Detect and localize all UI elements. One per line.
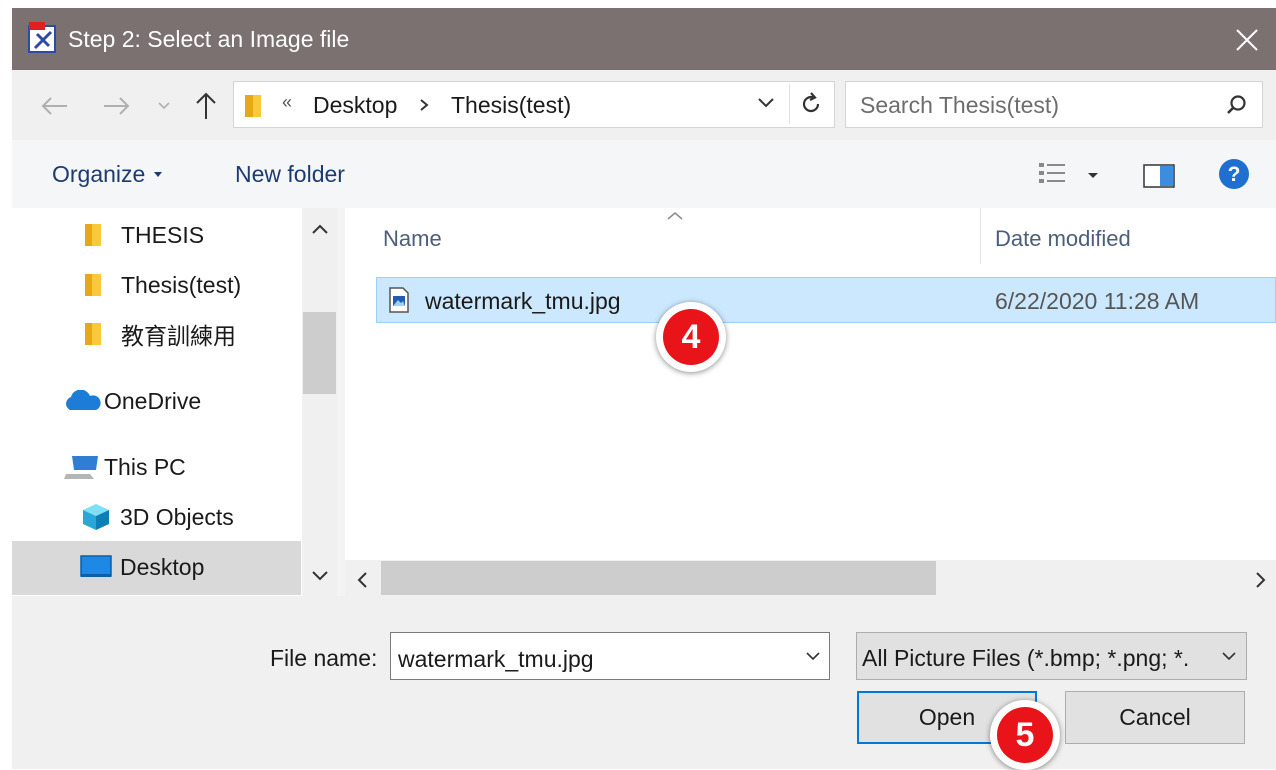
scroll-down-button[interactable] <box>310 569 330 583</box>
view-options-button[interactable] <box>1036 158 1106 192</box>
nav-item-thesis[interactable]: THESIS <box>84 213 204 257</box>
scroll-up-button[interactable] <box>310 222 330 236</box>
nav-item-thesis-test[interactable]: Thesis(test) <box>84 263 241 307</box>
view-options-icon <box>1039 163 1098 183</box>
folder-icon <box>85 274 101 296</box>
organize-button[interactable]: Organize <box>52 161 167 188</box>
breadcrumb-separator-icon[interactable] <box>418 94 430 116</box>
step-marker-4: 4 <box>656 302 726 372</box>
up-button[interactable] <box>186 86 226 126</box>
nav-item-label: OneDrive <box>104 387 202 414</box>
cloud-icon <box>66 390 101 410</box>
horizontal-scrollbar-thumb[interactable] <box>381 561 936 595</box>
column-divider[interactable] <box>980 208 981 264</box>
nav-item-desktop[interactable]: Desktop <box>80 545 204 589</box>
column-header-name[interactable]: Name <box>383 226 442 252</box>
back-arrow-icon <box>41 97 67 115</box>
nav-scrollbar-thumb[interactable] <box>303 312 336 394</box>
desktop-icon <box>80 555 112 577</box>
refresh-icon <box>802 92 820 113</box>
step-marker-number: 5 <box>997 707 1053 763</box>
nav-item-onedrive[interactable]: OneDrive <box>62 379 201 423</box>
help-button[interactable]: ? <box>1218 158 1250 190</box>
nav-item-training[interactable]: 教育訓練用 <box>84 312 236 356</box>
window-title: Step 2: Select an Image file <box>68 26 350 52</box>
pane-splitter[interactable] <box>337 208 345 596</box>
recent-locations-button[interactable] <box>150 86 178 126</box>
preview-pane-icon <box>1143 164 1175 188</box>
date-modified-cell: 6/22/2020 11:28 AM <box>995 288 1200 314</box>
organize-label: Organize <box>52 161 146 187</box>
up-arrow-icon <box>196 92 216 119</box>
svg-text:?: ? <box>1228 163 1241 186</box>
chevron-down-icon <box>758 98 774 108</box>
chevron-down-icon <box>1222 652 1236 661</box>
nav-item-this-pc[interactable]: This PC <box>62 445 186 489</box>
nav-scrollbar[interactable] <box>302 208 337 596</box>
scroll-left-button[interactable] <box>355 570 369 590</box>
chevron-down-icon <box>158 102 170 110</box>
nav-item-3d-objects[interactable]: 3D Objects <box>80 495 234 539</box>
folder-icon <box>85 323 101 345</box>
cube-icon <box>83 504 109 530</box>
nav-item-label: THESIS <box>121 221 205 248</box>
breadcrumb-thesis-test[interactable]: Thesis(test) <box>451 92 571 119</box>
chevron-down-icon <box>312 571 328 581</box>
nav-item-label: 3D Objects <box>120 503 234 530</box>
sort-ascending-icon <box>665 210 685 222</box>
nav-item-label: Desktop <box>120 553 205 580</box>
help-icon: ? <box>1219 159 1249 189</box>
chevron-left-icon <box>357 572 367 588</box>
file-name-value[interactable]: watermark_tmu.jpg <box>398 646 594 673</box>
breadcrumb-desktop[interactable]: Desktop <box>313 92 397 119</box>
close-button[interactable] <box>1225 18 1269 62</box>
nav-item-label: This PC <box>104 453 186 480</box>
file-name-history-button[interactable] <box>804 650 822 662</box>
back-button[interactable] <box>33 86 75 126</box>
chevron-down-icon <box>806 652 820 661</box>
nav-item-label: Thesis(test) <box>121 271 242 298</box>
forward-button[interactable] <box>96 86 138 126</box>
folder-icon <box>85 224 101 246</box>
file-name-cell[interactable]: watermark_tmu.jpg <box>425 288 621 315</box>
file-type-value[interactable]: All Picture Files (*.bmp; *.png; *. <box>862 645 1212 672</box>
new-folder-button[interactable]: New folder <box>235 161 345 188</box>
step-marker-number: 4 <box>663 309 719 365</box>
chevron-right-icon <box>1256 572 1266 588</box>
step-marker-5: 5 <box>990 700 1060 770</box>
column-header-date-modified[interactable]: Date modified <box>995 226 1131 252</box>
nav-item-label: 教育訓練用 <box>121 323 236 349</box>
scroll-right-button[interactable] <box>1254 570 1268 590</box>
search-icon[interactable] <box>1225 93 1249 117</box>
preview-pane-button[interactable] <box>1142 162 1176 190</box>
file-name-label: File name: <box>270 645 378 671</box>
image-tool-icon <box>25 20 61 56</box>
cancel-button[interactable]: Cancel <box>1065 691 1245 744</box>
caret-down-icon <box>154 171 163 177</box>
image-file-icon <box>388 287 410 313</box>
file-type-dropdown-button[interactable] <box>1220 650 1238 662</box>
breadcrumb-overflow[interactable]: « <box>282 92 292 113</box>
computer-icon <box>64 456 98 479</box>
refresh-button[interactable] <box>789 84 832 124</box>
file-list <box>345 208 1276 596</box>
forward-arrow-icon <box>104 97 130 115</box>
close-icon <box>1236 29 1258 51</box>
address-history-button[interactable] <box>756 96 776 110</box>
folder-icon <box>244 92 264 118</box>
chevron-up-icon <box>312 224 328 234</box>
search-placeholder: Search Thesis(test) <box>860 92 1059 118</box>
